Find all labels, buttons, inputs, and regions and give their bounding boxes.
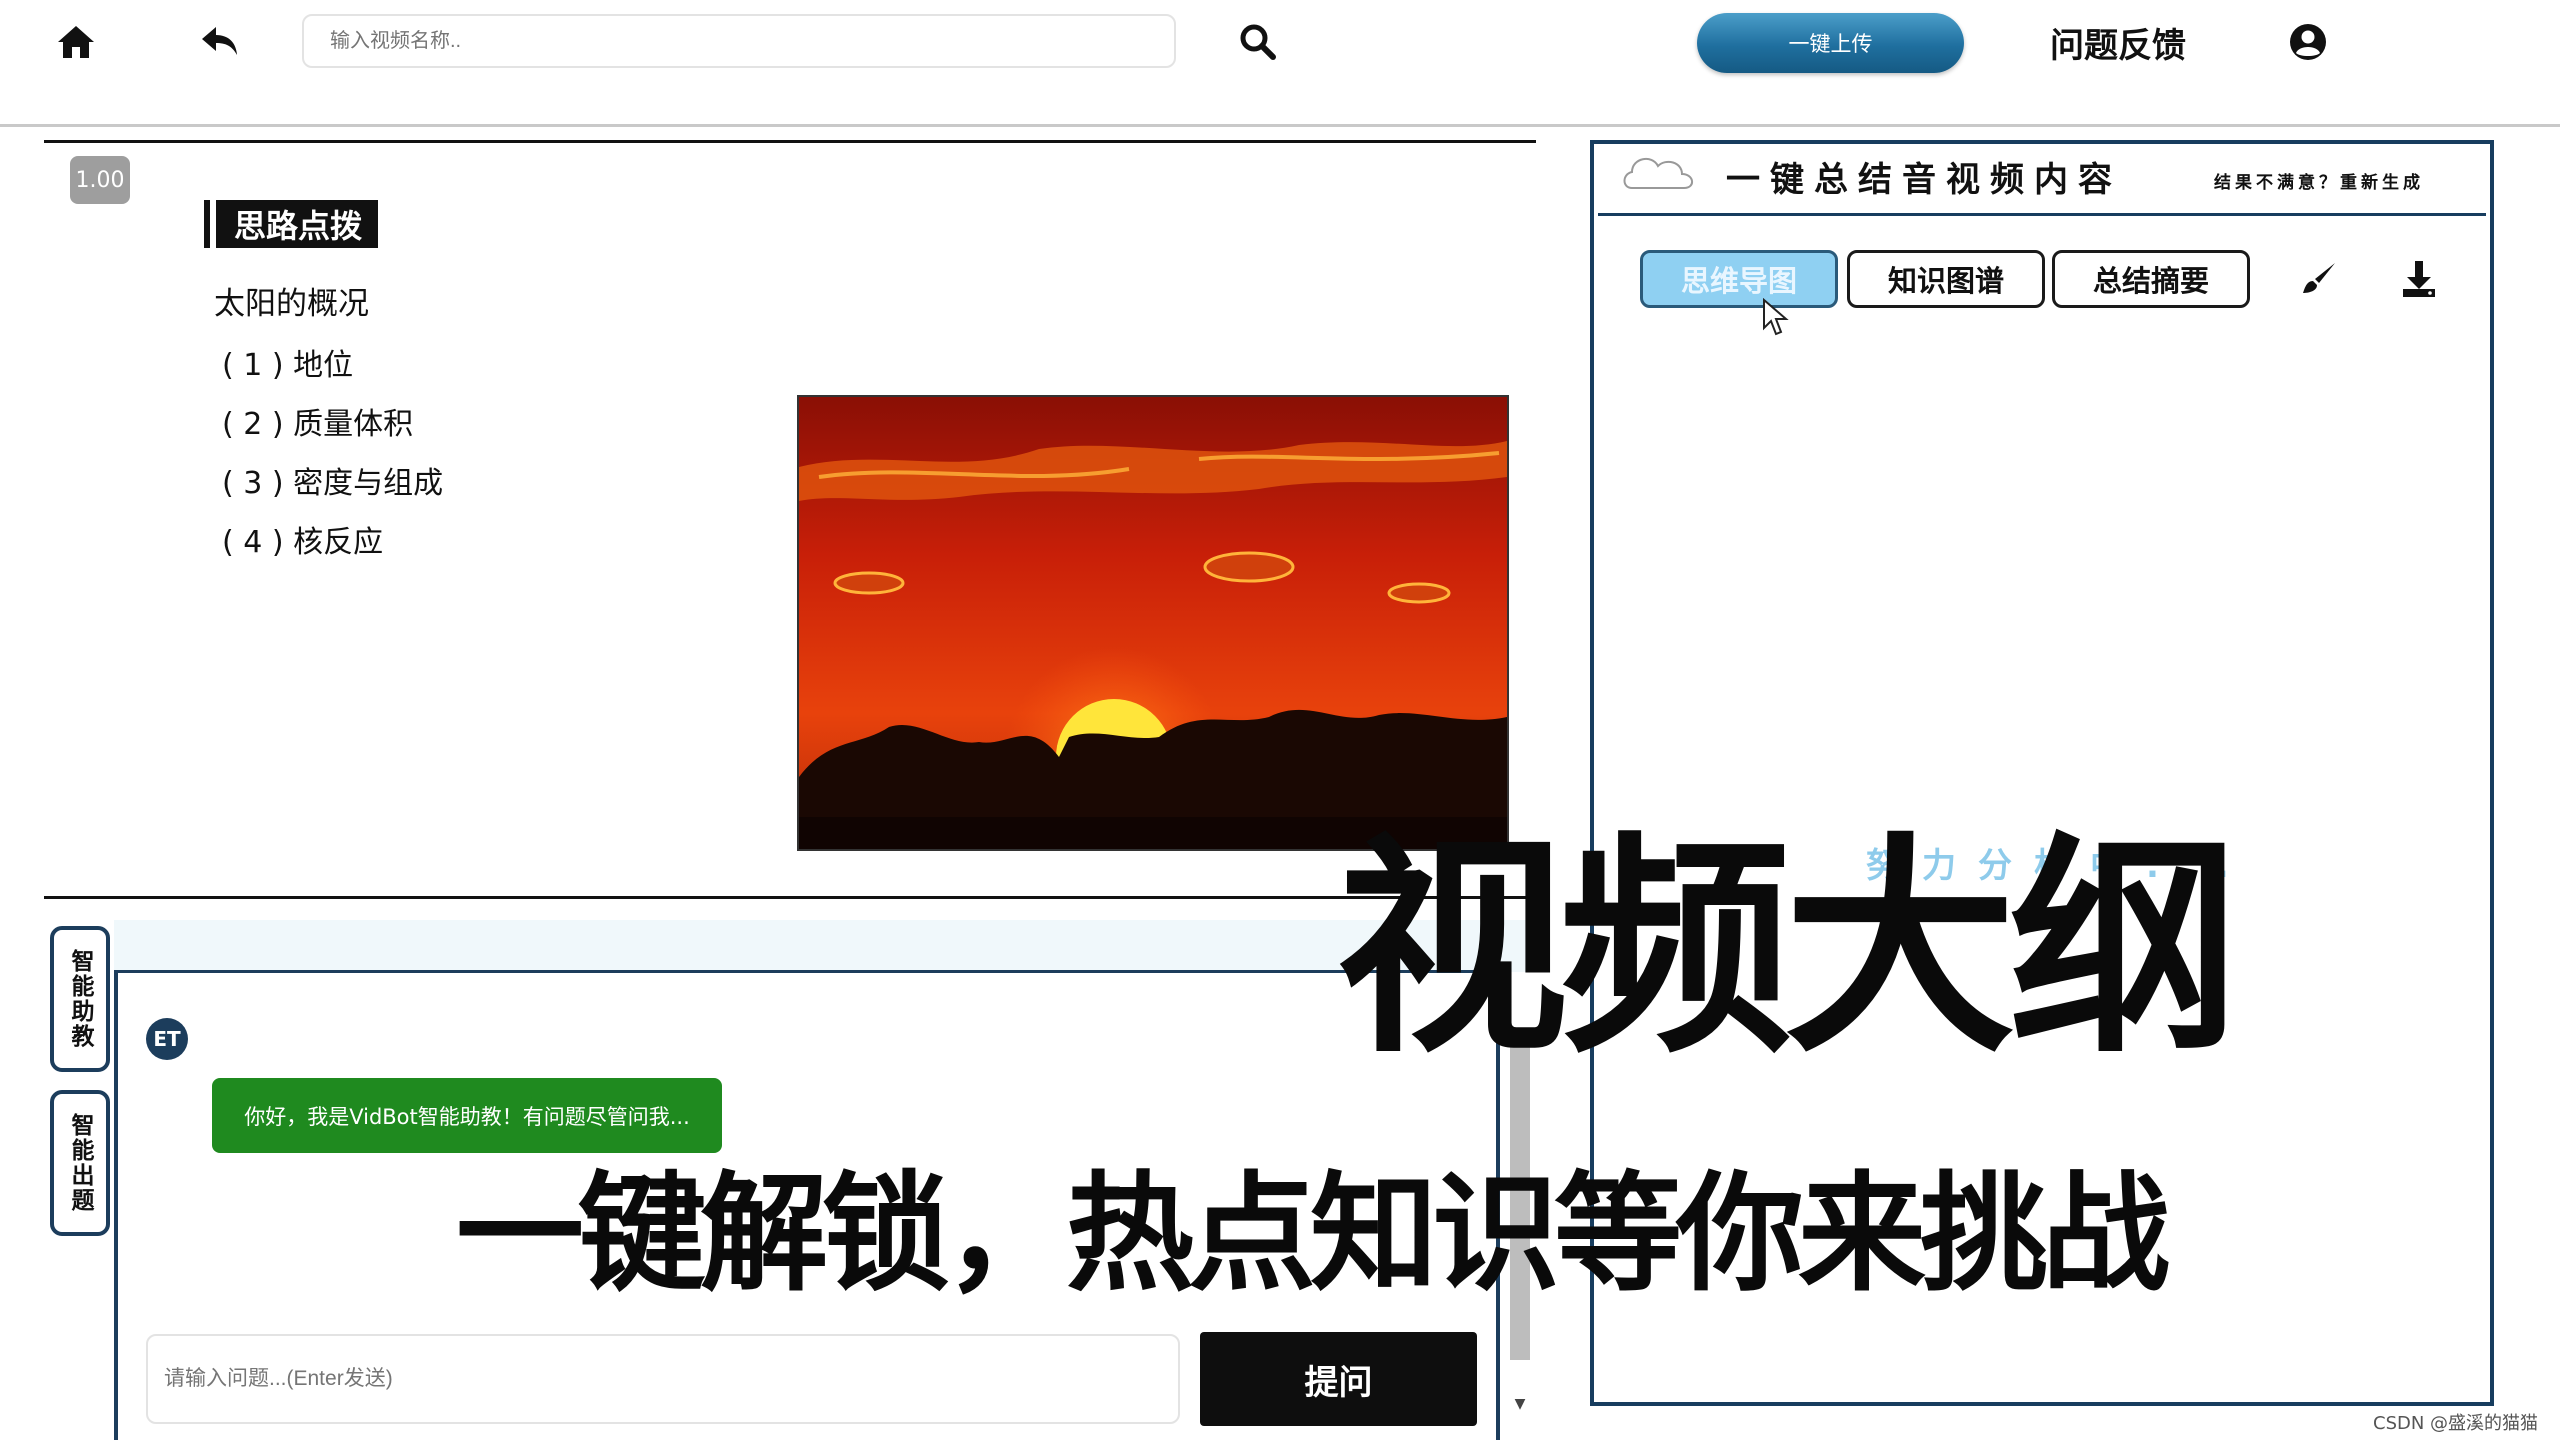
tab-summary[interactable]: 总结摘要 <box>2052 250 2250 308</box>
regenerate-link[interactable]: 结果不满意？重新生成 <box>2214 168 2424 193</box>
cloud-icon <box>1620 150 1700 194</box>
playback-speed-badge[interactable]: 1.00 <box>70 156 130 204</box>
mouse-cursor-icon <box>1762 297 1792 338</box>
user-avatar-icon[interactable] <box>2286 20 2330 64</box>
summary-panel-title: 一键总结音视频内容 <box>1726 160 2122 200</box>
sunset-image <box>797 395 1509 851</box>
tab-knowledge-graph[interactable]: 知识图谱 <box>1847 250 2045 308</box>
home-icon[interactable] <box>52 18 100 66</box>
feedback-link[interactable]: 问题反馈 <box>2050 18 2186 67</box>
search-icon[interactable] <box>1236 20 1280 64</box>
watermark: CSDN @盛溪的猫猫 <box>2373 1413 2539 1434</box>
search-input[interactable] <box>302 14 1176 68</box>
ask-button[interactable]: 提问 <box>1200 1332 1477 1426</box>
download-icon[interactable] <box>2396 256 2442 302</box>
chat-header-strip <box>114 920 1544 972</box>
slide-outline-item: ( 1 ) 地位 <box>222 348 354 383</box>
slide-top-divider <box>44 140 1536 143</box>
sidebar-tab-assistant[interactable]: 智能助教 <box>50 926 110 1072</box>
bot-avatar: ET <box>146 1018 188 1060</box>
slide-outline-heading: 太阳的概况 <box>214 286 369 322</box>
slide-outline-item: ( 4 ) 核反应 <box>222 525 384 560</box>
overlay-subtitle: 一键解锁，热点知识等你来挑战 <box>456 1159 2170 1309</box>
question-input[interactable] <box>146 1334 1180 1424</box>
tab-mind-map[interactable]: 思维导图 <box>1640 250 1838 308</box>
back-arrow-icon[interactable] <box>196 18 244 66</box>
slide-outline-item: ( 3 ) 密度与组成 <box>222 466 444 501</box>
slide-outline-item: ( 2 ) 质量体积 <box>222 407 414 442</box>
slide-bottom-divider <box>44 896 1536 899</box>
brush-icon[interactable] <box>2296 256 2342 302</box>
slide-section-title: 思路点拨 <box>210 200 379 248</box>
sidebar-tab-quiz[interactable]: 智能出题 <box>50 1090 110 1236</box>
bot-message-bubble: 你好，我是VidBot智能助教！有问题尽管问我... <box>212 1078 722 1153</box>
scroll-down-arrow-icon[interactable]: ▼ <box>1510 1396 1530 1416</box>
overlay-title: 视频大纲 <box>1336 811 2240 1084</box>
upload-button[interactable]: 一键上传 <box>1697 13 1964 73</box>
